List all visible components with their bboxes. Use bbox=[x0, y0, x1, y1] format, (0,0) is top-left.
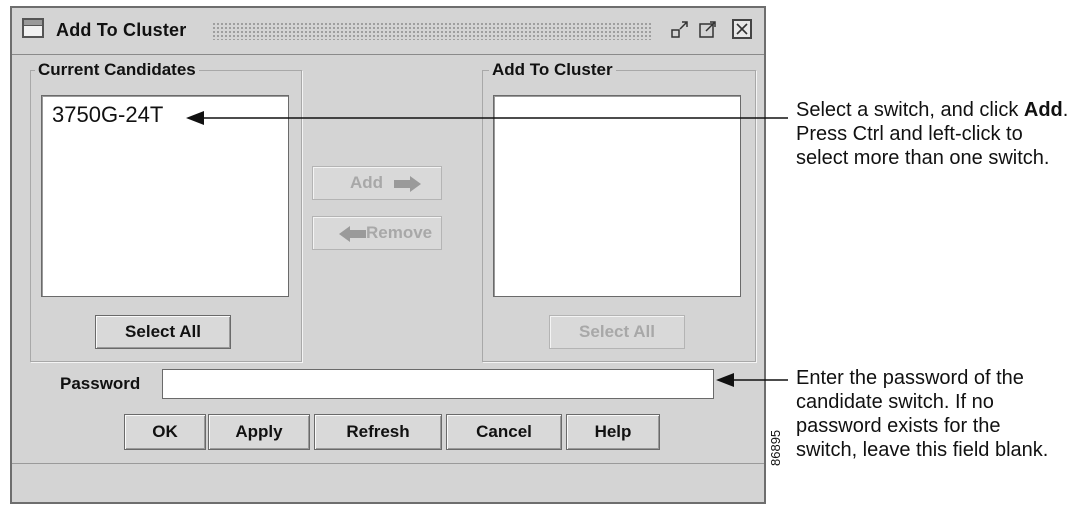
callout-select-switch: Select a switch, and click Add. Press Ct… bbox=[796, 99, 1069, 169]
arrowhead-icon bbox=[186, 111, 204, 125]
arrowhead-icon bbox=[716, 373, 734, 387]
callout-password: Enter the password of the candidate swit… bbox=[796, 367, 1049, 461]
figure-id: 86895 bbox=[768, 429, 783, 466]
